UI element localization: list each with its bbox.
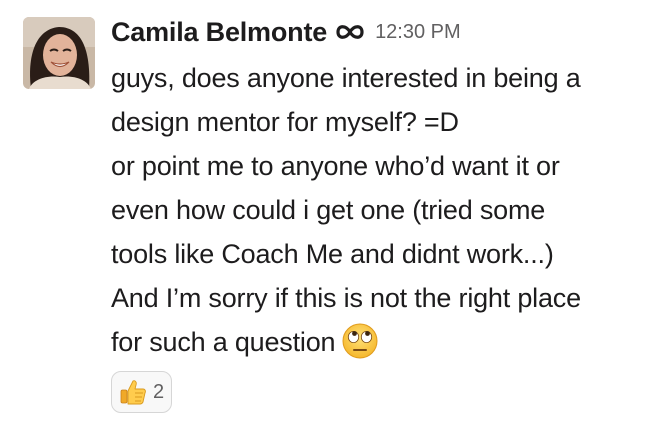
avatar[interactable] <box>23 17 95 89</box>
message-header: Camila Belmonte 12:30 PM <box>111 12 461 52</box>
message-line: And I’m sorry if this is not the right p… <box>111 283 581 313</box>
message-line: or point me to anyone who’d want it or <box>111 151 560 181</box>
chat-message: Camila Belmonte 12:30 PM guys, does anyo… <box>0 0 670 432</box>
message-line: guys, does anyone interested in being a <box>111 63 581 93</box>
author-name[interactable]: Camila Belmonte <box>111 17 327 48</box>
message-timestamp[interactable]: 12:30 PM <box>375 21 461 44</box>
infinity-icon <box>333 21 367 43</box>
message-line: even how could i get one (tried some <box>111 195 546 225</box>
reaction-thumbs-up[interactable]: 2 <box>111 371 173 413</box>
face-with-rolling-eyes-emoji <box>341 322 379 360</box>
message-line: for such a question <box>111 327 336 357</box>
reactions-bar: 2 <box>111 371 173 413</box>
avatar-photo <box>23 17 95 89</box>
message-line: design mentor for myself? =D <box>111 107 459 137</box>
message-body: guys, does anyone interested in being a … <box>111 56 666 364</box>
thumbs-up-emoji <box>118 377 148 407</box>
reaction-count: 2 <box>153 380 165 403</box>
message-line: tools like Coach Me and didnt work...) <box>111 239 554 269</box>
message-line-last: for such a question <box>111 320 666 364</box>
